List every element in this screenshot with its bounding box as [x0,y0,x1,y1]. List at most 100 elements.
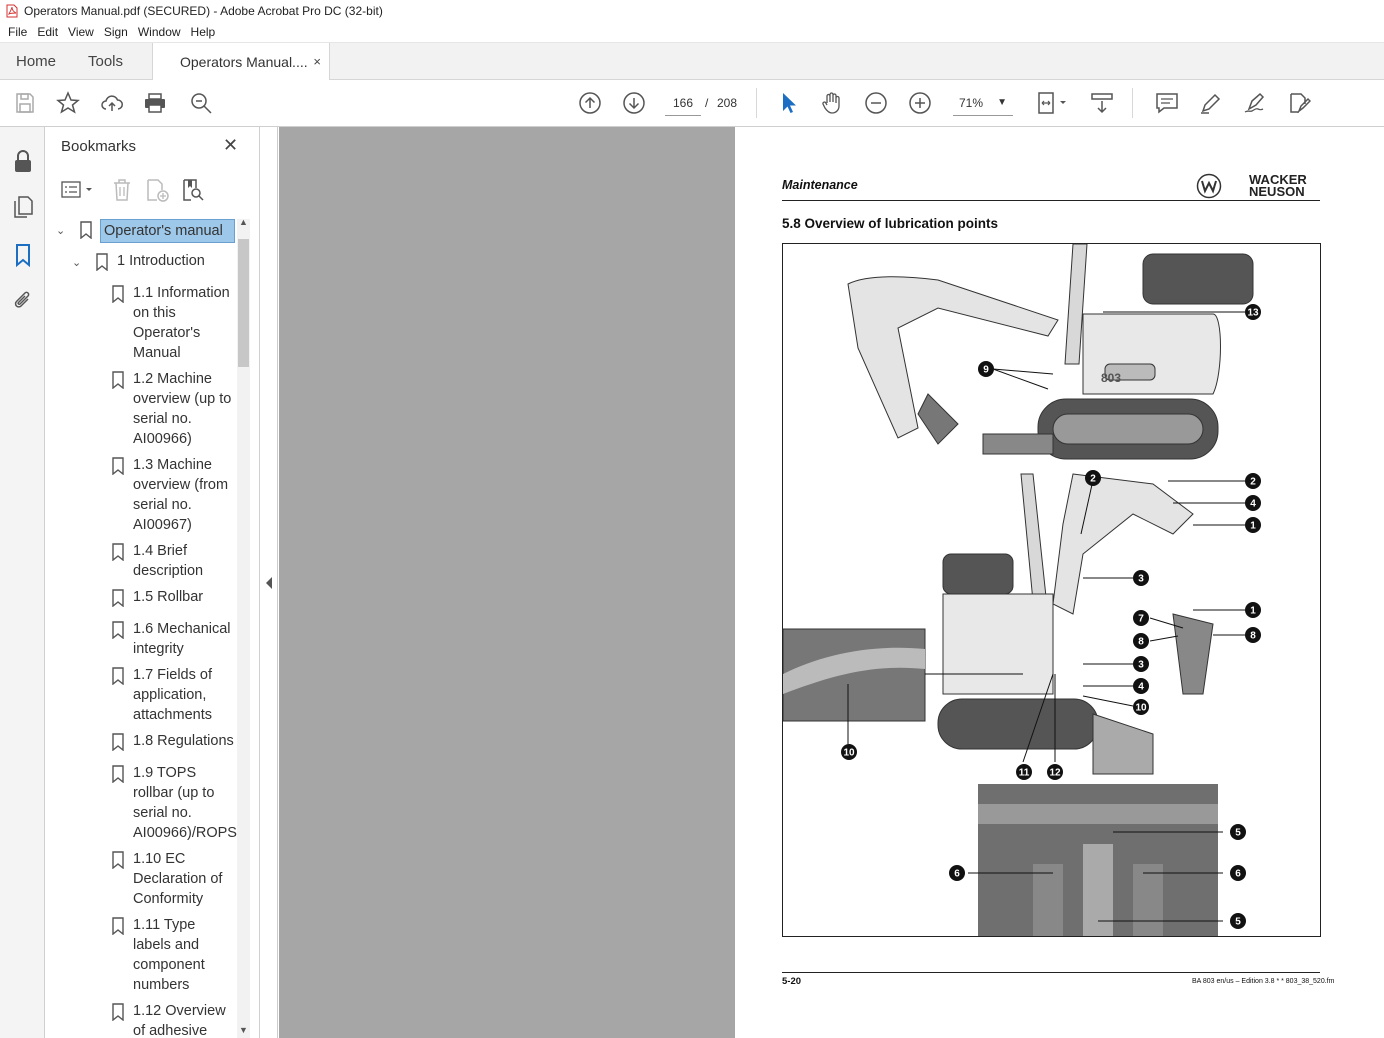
previous-page-icon[interactable] [578,91,602,115]
bookmark-icon [112,589,124,607]
print-icon[interactable] [143,91,167,115]
bookmark-item[interactable]: 1.9 TOPS rollbar (up to serial no. AI00966)… [45,763,237,843]
bookmark-item[interactable]: 1.8 Regulations [45,731,235,751]
bookmark-item[interactable]: 1.10 EC Declaration of Conformity [45,849,235,909]
bookmark-label-line: overview (up to [133,391,232,407]
tab-tools[interactable]: Tools [72,43,152,79]
next-page-icon[interactable] [622,91,646,115]
bookmark-item[interactable]: 1.4 Brief description [45,541,235,581]
bookmark-item[interactable]: ⌄ Operator's manual [45,219,235,243]
logo-line-2: NEUSON [1249,184,1305,199]
lubrication-figure: 13 9 2 2 4 1 3 1 7 8 8 3 4 10 10 11 12 5… [782,243,1321,937]
bookmark-item[interactable]: 1.6 Mechanical integrity [45,619,235,659]
svg-text:8: 8 [1250,631,1256,642]
delete-trash-icon[interactable] [111,178,133,202]
bookmark-label: 1.1 Information on this Operator's Manual [133,283,235,363]
page-thumbnails-icon[interactable] [12,195,34,219]
bookmark-item[interactable]: 1.11 Type labels and component numbers [45,915,235,995]
window-title: Operators Manual.pdf (SECURED) - Adobe A… [24,4,383,18]
hand-tool-icon[interactable] [820,91,844,115]
page-fit-icon[interactable] [1036,91,1070,115]
save-icon[interactable] [13,91,37,115]
zoom-out-icon[interactable] [864,91,888,115]
svg-text:11: 11 [1019,768,1030,779]
bookmark-label-line: 1.4 Brief [133,543,187,559]
upload-cloud-icon[interactable] [100,91,124,115]
bookmark-label-line: 1.5 Rollbar [133,589,204,605]
callout-4a: 4 [1245,495,1261,511]
menu-file[interactable]: File [4,25,33,39]
sign-pen-icon[interactable] [1243,91,1267,115]
bookmark-icon [112,285,124,303]
bookmark-item[interactable]: 1.5 Rollbar [45,587,235,607]
panel-collapse-handle[interactable] [260,127,278,1038]
bookmark-icon [112,1003,124,1021]
callout-2a: 2 [1085,470,1101,486]
chevron-down-icon[interactable]: ⌄ [72,253,81,273]
star-icon[interactable] [56,91,80,115]
bookmark-label-line: attachments [133,707,212,723]
bookmark-label: 1.12 Overview of adhesive [133,1001,235,1038]
callout-2b: 2 [1245,473,1261,489]
menu-edit[interactable]: Edit [33,25,64,39]
bookmark-label-line: 1.1 Information [133,285,230,301]
menu-window[interactable]: Window [134,25,187,39]
bookmark-item[interactable]: 1.7 Fields of application, attachments [45,665,235,725]
bookmark-item[interactable]: ⌄ 1 Introduction [45,251,235,271]
attachment-paperclip-icon[interactable] [12,289,34,313]
new-bookmark-icon[interactable] [145,178,169,202]
bookmark-tree: ⌄ Operator's manual ⌄ 1 Introduction 1.1 Inf… [45,219,250,1038]
highlight-pen-icon[interactable] [1199,91,1223,115]
zoom-level-select[interactable]: 71% ▼ [953,90,1013,116]
callout-1b: 1 [1245,602,1261,618]
zoom-in-icon[interactable] [908,91,932,115]
bookmark-label: 1.5 Rollbar [133,587,235,607]
scrolling-mode-icon[interactable] [1090,91,1114,115]
bookmark-item[interactable]: 1.2 Machine overview (up to serial no. AI00… [45,369,235,449]
bookmark-label-line: serial no. [133,497,192,513]
bookmark-item[interactable]: 1.1 Information on this Operator's Manual [45,283,235,363]
close-icon[interactable]: ✕ [223,135,238,156]
collapse-arrow-icon[interactable] [265,577,273,589]
tab-home[interactable]: Home [0,43,72,79]
select-cursor-icon[interactable] [776,91,800,115]
bookmark-scrollbar-thumb[interactable] [238,239,249,367]
bookmark-label-line: overview (from [133,477,229,493]
svg-text:10: 10 [843,748,855,759]
tab-close-icon[interactable]: × [313,54,321,69]
page-number-input[interactable]: 166 [665,90,701,116]
bookmark-item[interactable]: 1.12 Overview of adhesive [45,1001,235,1038]
options-list-icon[interactable] [61,179,95,201]
callout-13: 13 [1245,304,1261,320]
bookmark-icon [112,621,124,639]
zoom-search-icon[interactable] [189,91,213,115]
callout-8a: 8 [1133,633,1149,649]
callout-10a: 10 [1133,699,1149,715]
chevron-down-icon[interactable]: ⌄ [56,221,65,241]
svg-text:1: 1 [1250,606,1256,617]
menu-help[interactable]: Help [187,25,222,39]
svg-text:5: 5 [1235,917,1241,928]
page-section-header: Maintenance [782,178,858,192]
bookmark-item[interactable]: 1.3 Machine overview (from serial no. AI009… [45,455,235,535]
lock-icon[interactable] [12,149,34,173]
menu-sign[interactable]: Sign [100,25,134,39]
title-bar: Operators Manual.pdf (SECURED) - Adobe A… [0,0,1384,22]
machine-label: 803 [1101,371,1121,385]
bookmark-icon [112,733,124,751]
menu-view[interactable]: View [64,25,100,39]
svg-text:3: 3 [1138,574,1144,585]
bookmark-label-line: AI00967) [133,517,192,533]
comment-icon[interactable] [1155,91,1179,115]
tab-document[interactable]: Operators Manual.... × [152,43,330,80]
excavator-middle-view [937,473,1214,775]
bookmark-label-line: 1.8 Regulations [133,733,234,749]
bookmark-label-line: labels and [133,937,200,953]
bookmark-label-line: 1.12 Overview [133,1003,226,1019]
document-reference-footer: BA 803 en/us – Edition 3.8 * * 803_38_52… [1192,978,1335,985]
chevron-down-icon: ▼ [997,97,1007,108]
bookmark-label-line: 1.3 Machine [133,457,212,473]
bookmark-panel-icon[interactable] [14,243,32,267]
find-bookmark-icon[interactable] [181,178,205,202]
fill-sign-icon[interactable] [1287,91,1311,115]
